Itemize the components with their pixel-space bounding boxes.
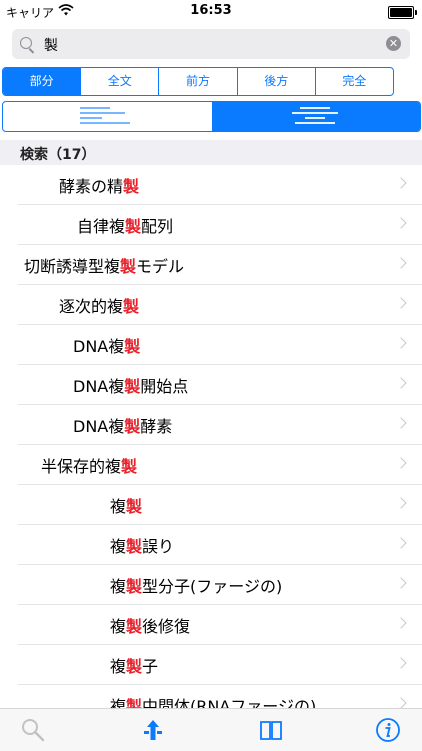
list-item[interactable]: 半保存的複製	[0, 445, 422, 485]
chevron-right-icon	[395, 657, 407, 669]
chevron-right-icon	[395, 617, 407, 629]
battery-icon	[388, 6, 417, 19]
list-item[interactable]: 酵素の精製	[0, 165, 422, 205]
list-item-label: 複製中間体(RNAファージの)	[110, 697, 317, 708]
chevron-right-icon	[395, 537, 407, 549]
list-item-label: 逐次的複製	[59, 297, 140, 316]
list-item-label: 複製子	[110, 657, 159, 676]
segment-prefix[interactable]: 前方	[159, 68, 238, 95]
alignment-segmented-control	[2, 101, 421, 132]
chevron-right-icon	[395, 257, 407, 269]
search-icon[interactable]	[20, 717, 46, 743]
status-bar: キャリア 16:53	[0, 0, 422, 24]
segment-suffix[interactable]: 後方	[238, 68, 316, 95]
chevron-right-icon	[395, 337, 407, 349]
list-item-label: 自律複製配列	[77, 217, 174, 236]
list-item[interactable]: 複製	[0, 485, 422, 525]
list-item[interactable]: 複製中間体(RNAファージの)	[0, 685, 422, 708]
search-mode-segmented-control: 部分 全文 前方 後方 完全	[2, 67, 394, 96]
tab-bar	[0, 708, 422, 751]
search-icon	[20, 37, 32, 49]
align-center-icon	[290, 107, 340, 127]
list-item-label: 酵素の精製	[59, 177, 140, 196]
search-input[interactable]: 製	[44, 35, 58, 55]
chevron-right-icon	[395, 377, 407, 389]
chevron-right-icon	[395, 457, 407, 469]
align-left-option[interactable]	[3, 102, 212, 131]
search-field[interactable]: 製 ✕	[12, 29, 410, 59]
align-left-icon	[80, 107, 140, 127]
list-item[interactable]: 逐次的複製	[0, 285, 422, 325]
chevron-right-icon	[395, 497, 407, 509]
info-icon[interactable]	[375, 717, 401, 743]
chevron-right-icon	[395, 417, 407, 429]
list-item-label: 切断誘導型複製モデル	[24, 257, 185, 276]
list-item[interactable]: DNA複製酵素	[0, 405, 422, 445]
align-center-option[interactable]	[211, 102, 420, 131]
list-item[interactable]: 複製子	[0, 645, 422, 685]
list-item-label: 複製誤り	[110, 537, 175, 556]
results-list: 酵素の精製 自律複製配列 切断誘導型複製モデル 逐次的複製 DNA複製 DNA複…	[0, 165, 422, 708]
segment-fulltext[interactable]: 全文	[81, 68, 160, 95]
chevron-right-icon	[395, 177, 407, 189]
list-item[interactable]: 切断誘導型複製モデル	[0, 245, 422, 285]
list-item[interactable]: DNA複製開始点	[0, 365, 422, 405]
list-item-label: 半保存的複製	[41, 457, 138, 476]
list-item[interactable]: DNA複製	[0, 325, 422, 365]
segment-partial[interactable]: 部分	[3, 68, 82, 95]
results-count-label: 検索（17）	[20, 147, 96, 163]
clear-icon[interactable]: ✕	[386, 36, 401, 51]
list-item[interactable]: 複製後修復	[0, 605, 422, 645]
list-item-label: 複製	[110, 497, 143, 516]
chevron-right-icon	[395, 697, 407, 708]
list-item-label: 複製後修復	[110, 617, 191, 636]
list-item-label: DNA複製酵素	[73, 417, 173, 436]
list-item-label: DNA複製	[73, 337, 141, 356]
segment-exact[interactable]: 完全	[316, 68, 393, 95]
book-icon[interactable]	[258, 717, 284, 743]
chevron-right-icon	[395, 297, 407, 309]
chevron-right-icon	[395, 577, 407, 589]
list-item[interactable]: 自律複製配列	[0, 205, 422, 245]
list-item[interactable]: 複製型分子(ファージの)	[0, 565, 422, 605]
list-item-label: 複製型分子(ファージの)	[110, 577, 283, 596]
status-time: 16:53	[190, 3, 232, 18]
list-item-label: DNA複製開始点	[73, 377, 189, 396]
tree-icon[interactable]	[140, 717, 166, 743]
results-section-header: 検索（17）	[0, 140, 422, 165]
list-item[interactable]: 複製誤り	[0, 525, 422, 565]
chevron-right-icon	[395, 217, 407, 229]
